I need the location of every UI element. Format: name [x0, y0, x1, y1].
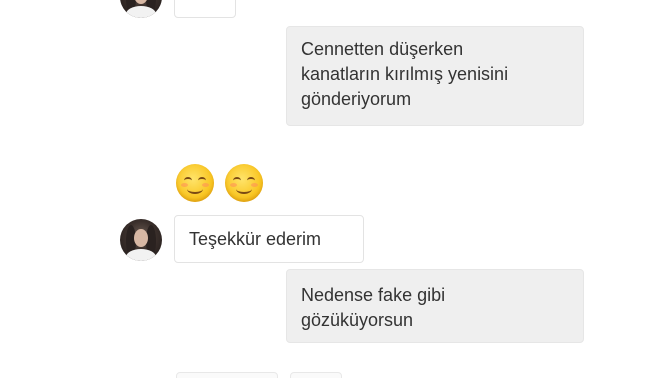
- contact-avatar[interactable]: [120, 219, 162, 261]
- outgoing-message-bubble[interactable]: Nedense fake gibi gözüküyorsun: [286, 269, 584, 343]
- incoming-message-bubble-partial[interactable]: [176, 372, 278, 378]
- incoming-message-bubble-partial[interactable]: [290, 372, 342, 378]
- message-line: Nedense fake gibi: [301, 285, 446, 305]
- contact-avatar[interactable]: [120, 0, 162, 18]
- message-line: gözüküyorsun: [301, 310, 414, 330]
- incoming-message-bubble[interactable]: ...: [174, 0, 236, 18]
- incoming-message-bubble[interactable]: Teşekkür ederim: [174, 215, 364, 263]
- smiling-face-icon: [176, 164, 214, 202]
- message-line: Cennetten düşerken: [301, 39, 464, 59]
- message-line: gönderiyorum: [301, 89, 412, 109]
- message-text: Teşekkür ederim: [189, 229, 322, 249]
- message-line: kanatların kırılmış yenisini: [301, 64, 509, 84]
- outgoing-message-bubble[interactable]: Cennetten düşerken kanatların kırılmış y…: [286, 26, 584, 126]
- chat-screen: ... Cennetten düşerken kanatların kırılm…: [0, 0, 672, 378]
- smiling-face-icon: [225, 164, 263, 202]
